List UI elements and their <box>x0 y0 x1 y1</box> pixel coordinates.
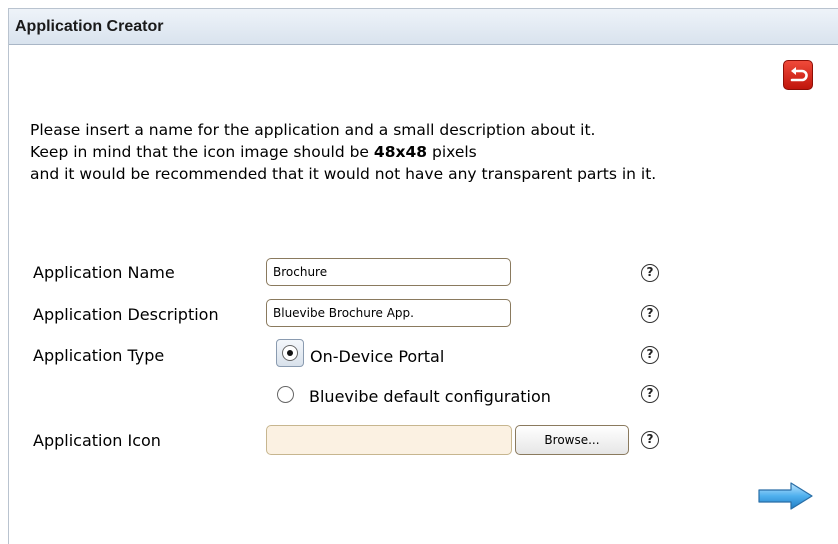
back-button[interactable] <box>783 60 813 90</box>
application-name-label: Application Name <box>33 263 175 282</box>
icon-size-value: 48x48 <box>373 143 428 161</box>
help-icon[interactable]: ? <box>641 385 659 403</box>
intro-text: Please insert a name for the application… <box>30 119 656 185</box>
help-icon[interactable]: ? <box>641 431 659 449</box>
on-device-portal-radio[interactable] <box>276 339 304 367</box>
application-type-label: Application Type <box>33 346 165 365</box>
on-device-portal-label: On-Device Portal <box>310 347 445 366</box>
intro-line-2-start: Keep in mind that the icon image should … <box>30 143 374 161</box>
intro-line-2: Keep in mind that the icon image should … <box>30 141 656 163</box>
application-icon-label: Application Icon <box>33 431 161 450</box>
window-title: Application Creator <box>15 18 164 35</box>
help-icon[interactable]: ? <box>641 305 659 323</box>
intro-line-2-end: pixels <box>427 143 477 161</box>
help-icon[interactable]: ? <box>641 264 659 282</box>
back-arrow-icon <box>790 67 808 82</box>
title-bar: Application Creator <box>9 9 838 45</box>
next-arrow-icon <box>758 482 813 510</box>
help-icon[interactable]: ? <box>641 346 659 364</box>
radio-selected-icon <box>282 345 298 361</box>
next-button[interactable] <box>757 480 815 516</box>
bluevibe-default-configuration-label: Bluevibe default configuration <box>309 387 551 406</box>
application-description-label: Application Description <box>33 305 219 324</box>
application-name-field[interactable]: Brochure <box>266 258 511 286</box>
application-icon-path-field[interactable] <box>266 425 512 455</box>
browse-button[interactable]: Browse... <box>515 425 629 455</box>
bluevibe-default-configuration-radio[interactable] <box>277 386 294 403</box>
intro-line-3: and it would be recommended that it woul… <box>30 165 657 183</box>
intro-line-1: Please insert a name for the application… <box>30 121 596 139</box>
application-description-field[interactable]: Bluevibe Brochure App. <box>266 299 511 327</box>
